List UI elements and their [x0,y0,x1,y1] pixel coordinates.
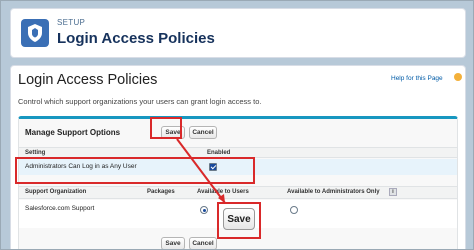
annotation-arrow [176,138,226,204]
screenshot-frame: SETUP Login Access Policies Login Access… [0,0,474,250]
